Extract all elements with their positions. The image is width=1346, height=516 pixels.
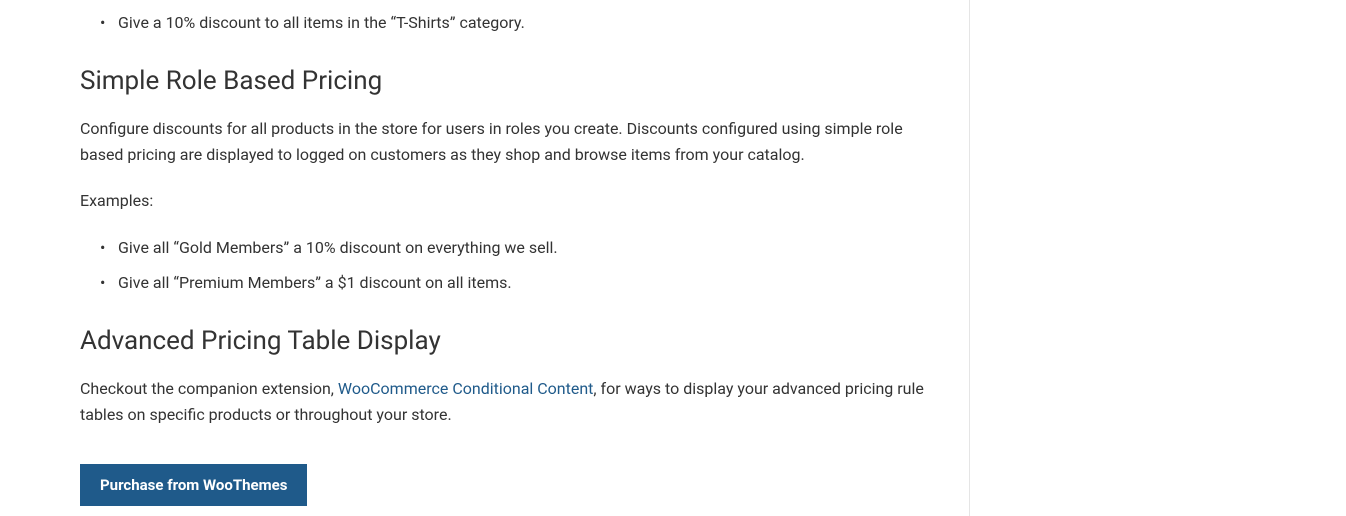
woocommerce-conditional-content-link[interactable]: WooCommerce Conditional Content xyxy=(338,379,594,398)
advanced-pricing-paragraph: Checkout the companion extension, WooCom… xyxy=(80,376,929,429)
paragraph-text-before: Checkout the companion extension, xyxy=(80,379,338,398)
list-item: Give a 10% discount to all items in the … xyxy=(118,10,929,36)
main-content: Give a 10% discount to all items in the … xyxy=(0,0,970,516)
sidebar xyxy=(970,0,1346,516)
category-pricing-examples-list: Give a 10% discount to all items in the … xyxy=(80,10,929,36)
heading-simple-role-based-pricing: Simple Role Based Pricing xyxy=(80,66,929,96)
role-pricing-description: Configure discounts for all products in … xyxy=(80,116,929,169)
purchase-button[interactable]: Purchase from WooThemes xyxy=(80,464,307,506)
heading-advanced-pricing-table: Advanced Pricing Table Display xyxy=(80,326,929,356)
examples-label: Examples: xyxy=(80,188,929,214)
list-item: Give all “Gold Members” a 10% discount o… xyxy=(118,235,929,261)
role-pricing-examples-list: Give all “Gold Members” a 10% discount o… xyxy=(80,235,929,296)
list-item: Give all “Premium Members” a $1 discount… xyxy=(118,270,929,296)
